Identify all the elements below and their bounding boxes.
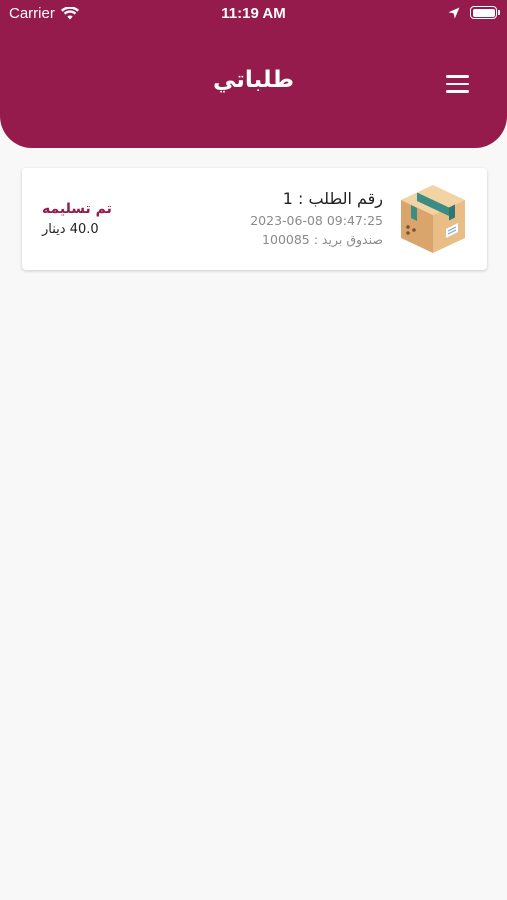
status-right-icons [448, 6, 500, 19]
order-price: 40.0 دينار [42, 222, 99, 237]
hamburger-menu-icon[interactable] [446, 72, 474, 96]
order-number: رقم الطلب : 1 [282, 189, 383, 208]
order-address: صندوق بريد : 100085 [262, 232, 383, 247]
package-box-icon [401, 185, 465, 253]
status-time: 11:19 AM [221, 5, 286, 22]
order-datetime: 2023-06-08 09:47:25 [250, 213, 383, 228]
app-header: Carrier 11:19 AM طلباتي [0, 0, 507, 148]
battery-icon [470, 6, 500, 19]
page-title: طلباتي [213, 67, 294, 93]
location-arrow-icon [448, 7, 460, 18]
status-bar: Carrier 11:19 AM [0, 0, 507, 28]
order-card[interactable]: رقم الطلب : 1 2023-06-08 09:47:25 صندوق … [22, 168, 487, 270]
order-status-badge: تم تسليمه [42, 201, 112, 217]
